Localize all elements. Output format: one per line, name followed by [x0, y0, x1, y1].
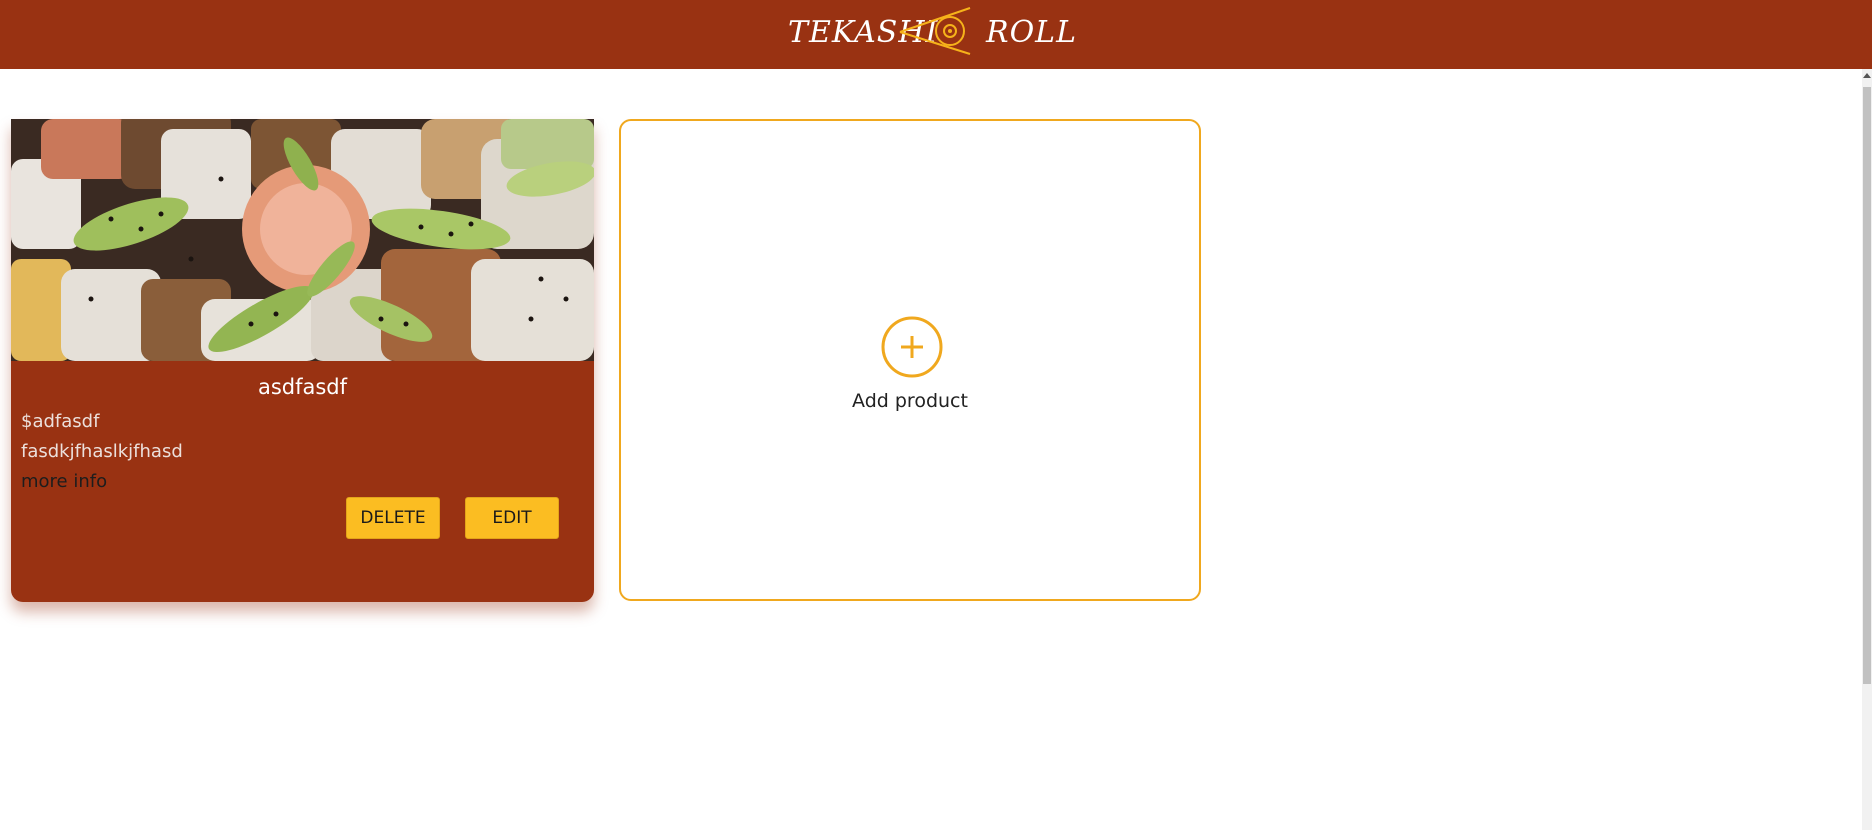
product-price: $adfasdf	[21, 411, 100, 432]
brand-logo[interactable]: TEKASHI ROLL	[788, 4, 1078, 60]
vertical-scrollbar[interactable]	[1862, 69, 1872, 830]
scroll-thumb[interactable]	[1863, 87, 1871, 684]
product-card: asdfasdf $adfasdf fasdkjfhaslkjfhasd mor…	[11, 119, 594, 602]
scroll-up-arrow-icon[interactable]	[1863, 73, 1871, 78]
top-bar: TEKASHI ROLL	[0, 0, 1872, 69]
edit-button[interactable]: EDIT	[465, 497, 559, 539]
more-info-link[interactable]: more info	[21, 471, 107, 492]
logo-word-right: ROLL	[986, 14, 1078, 50]
add-product-card[interactable]: Add product	[619, 119, 1201, 601]
plus-circle-icon[interactable]	[881, 316, 943, 378]
product-name: asdfasdf	[257, 375, 348, 399]
chopsticks-roll-icon	[899, 7, 971, 55]
product-image	[11, 119, 594, 361]
product-description: fasdkjfhaslkjfhasd	[21, 441, 183, 462]
logo-word-left: TEKASHI	[788, 14, 939, 50]
delete-button[interactable]: DELETE	[346, 497, 440, 539]
add-product-label: Add product	[852, 390, 968, 412]
